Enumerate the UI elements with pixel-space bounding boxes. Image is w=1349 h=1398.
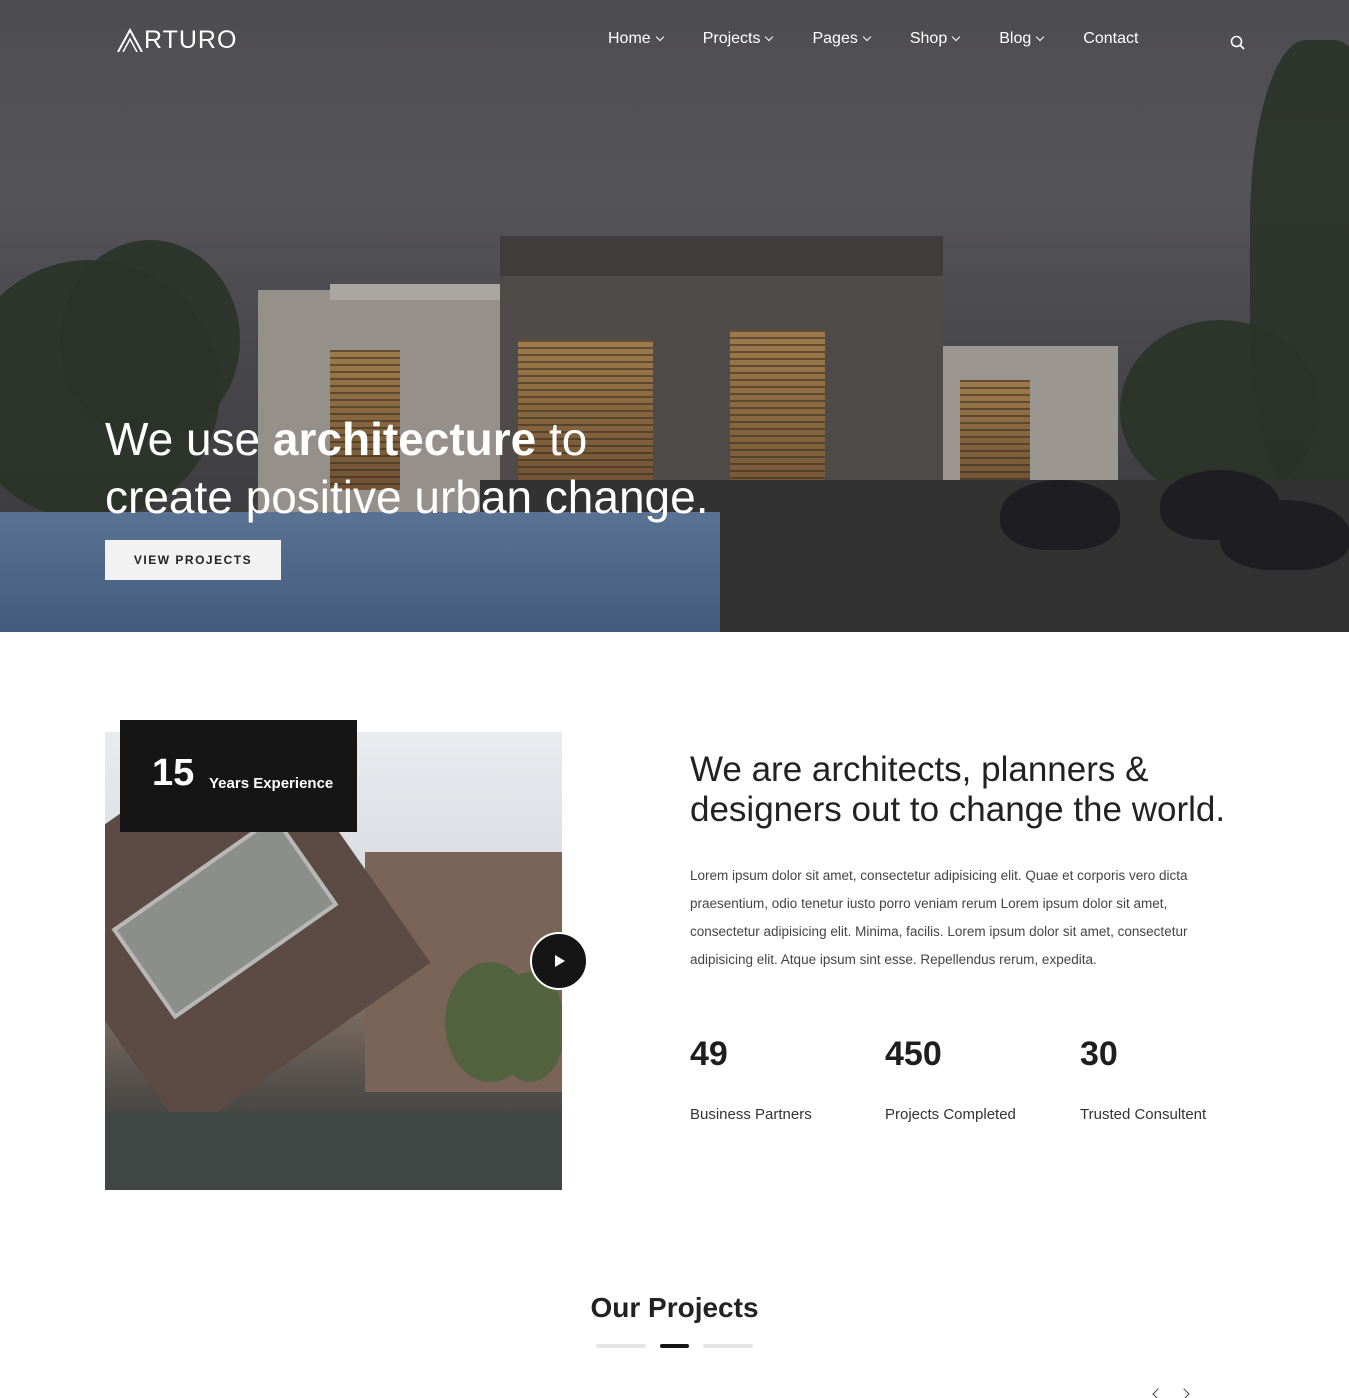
- chevron-down-icon: [655, 32, 664, 42]
- chevron-down-icon: [862, 32, 872, 42]
- logo-mark-icon: [117, 28, 143, 52]
- chevron-down-icon: [765, 32, 774, 42]
- play-icon: [555, 955, 565, 967]
- nav-item-contact[interactable]: Contact: [1083, 30, 1138, 48]
- nav-label: Contact: [1083, 30, 1139, 47]
- nav-item-blog[interactable]: Blog: [999, 30, 1045, 48]
- slider-dot-active[interactable]: [660, 1344, 689, 1348]
- main-nav: Home Projects Pages Shop Blog Contact: [608, 30, 1178, 48]
- nav-item-shop[interactable]: Shop: [909, 30, 961, 48]
- chevron-down-icon: [951, 32, 961, 42]
- hero-title-part1: We use: [105, 413, 273, 465]
- slider-dot[interactable]: [703, 1344, 753, 1348]
- play-video-button[interactable]: [530, 932, 588, 990]
- logo-text: RTURO: [144, 25, 238, 54]
- stat-business-partners: 49 Business Partners: [690, 1032, 870, 1123]
- stat-number: 30: [1080, 1035, 1118, 1073]
- slider-dots: [596, 1344, 767, 1348]
- pond: [105, 1112, 562, 1190]
- logo[interactable]: RTURO: [116, 26, 237, 54]
- hero-title: We use architecture to create positive u…: [105, 410, 709, 526]
- nav-label: Projects: [702, 30, 761, 47]
- chevron-right-icon[interactable]: [1178, 1388, 1190, 1398]
- stat-label: Projects Completed: [885, 1106, 1016, 1123]
- stat-projects-completed: 450 Projects Completed: [885, 1032, 1065, 1123]
- hero-title-line2: create positive urban change.: [105, 471, 709, 523]
- chevron-left-icon[interactable]: [1152, 1388, 1164, 1398]
- nav-item-projects[interactable]: Projects: [702, 30, 774, 48]
- nav-label: Home: [608, 30, 651, 47]
- experience-number: 15: [152, 752, 195, 794]
- experience-badge: 15 Years Experience: [120, 720, 357, 832]
- search-icon[interactable]: [1229, 34, 1247, 52]
- nav-item-pages[interactable]: Pages: [812, 30, 872, 48]
- nav-label: Pages: [812, 30, 858, 47]
- nav-label: Blog: [999, 30, 1032, 47]
- stat-label: Business Partners: [690, 1106, 812, 1123]
- site-header: RTURO Home Projects Pages Shop Blog Cont…: [0, 0, 1349, 80]
- nav-item-home[interactable]: Home: [608, 30, 664, 48]
- chevron-down-icon: [1036, 32, 1045, 42]
- hero-title-bold: architecture: [272, 413, 537, 465]
- stat-number: 49: [690, 1035, 728, 1073]
- slider-dot[interactable]: [596, 1344, 646, 1348]
- view-projects-button[interactable]: VIEW PROJECTS: [105, 540, 281, 580]
- hero-title-part2: to: [536, 413, 588, 465]
- projects-title: Our Projects: [590, 1292, 759, 1323]
- about-body: Lorem ipsum dolor sit amet, consectetur …: [690, 868, 1188, 967]
- experience-label: Years Experience: [209, 775, 334, 792]
- stat-number: 450: [885, 1035, 942, 1073]
- stat-trusted-consultant: 30 Trusted Consultent: [1080, 1032, 1260, 1123]
- about-heading: We are architects, planners & designers …: [690, 750, 1226, 829]
- hero-overlay: [0, 0, 1349, 632]
- hero-section: RTURO Home Projects Pages Shop Blog Cont…: [0, 0, 1349, 632]
- nav-label: Shop: [909, 30, 948, 47]
- stat-label: Trusted Consultent: [1080, 1106, 1207, 1123]
